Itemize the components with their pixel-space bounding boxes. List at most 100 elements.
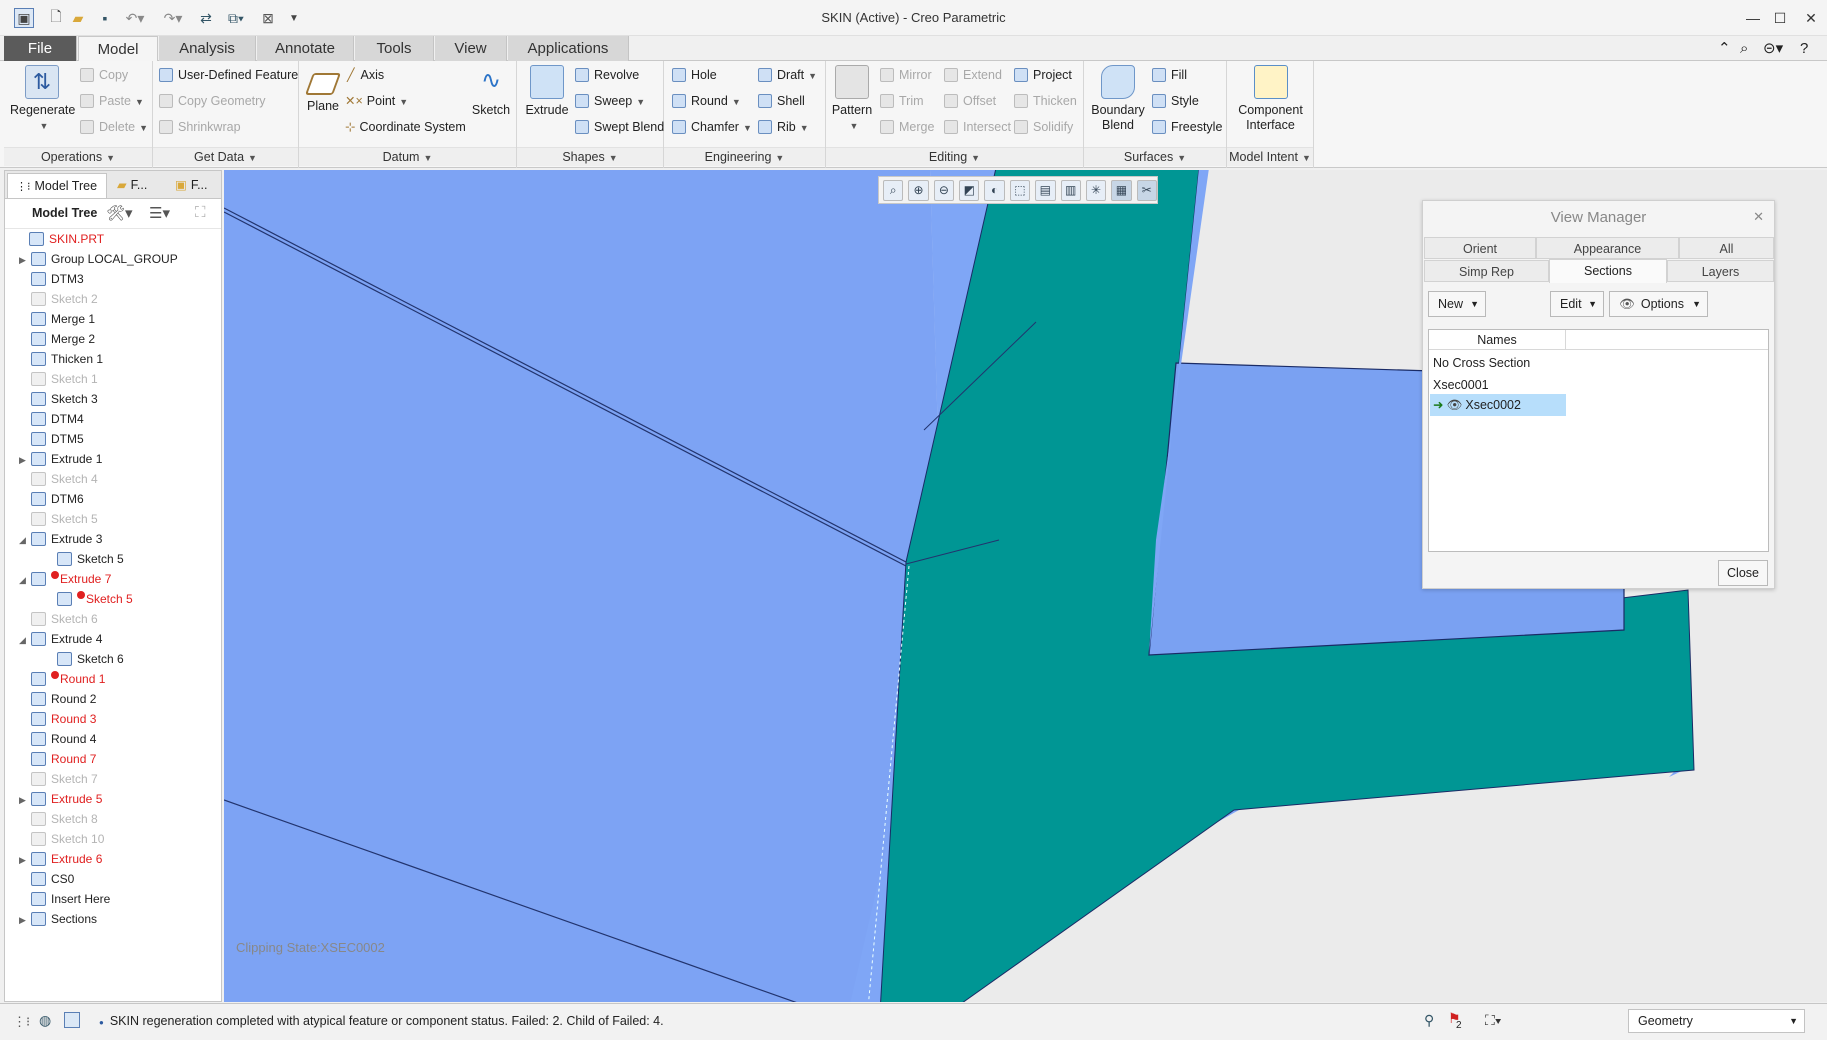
tab-view[interactable]: View [435,36,507,61]
merge-button[interactable]: Merge [880,116,934,138]
group-label-get-data[interactable]: Get Data ▼ [153,147,298,166]
round-button[interactable]: Round ▼ [672,90,741,112]
tree-item[interactable]: ▶ Extrude 1 [19,449,102,469]
tab-file[interactable]: File [4,36,77,61]
delete-button[interactable]: Delete ▼ [80,116,148,138]
saved-orientations-icon[interactable]: ⬚ [1009,179,1031,201]
list-item-selected[interactable]: ➜ 👁 Xsec0002 [1430,394,1566,416]
perspective-icon[interactable]: ▥ [1060,179,1081,201]
zoom-in-icon[interactable]: ⊕ [908,179,929,201]
hole-button[interactable]: Hole [672,64,717,86]
group-label-shapes[interactable]: Shapes ▼ [517,147,663,166]
expand-toggle-icon[interactable]: ◢ [19,530,31,550]
tree-item[interactable]: Sketch 2 [19,289,98,309]
tree-item[interactable]: Sketch 6 [19,609,98,629]
tree-item[interactable]: Round 4 [19,729,96,749]
solidify-button[interactable]: Solidify [1014,116,1073,138]
tree-item[interactable]: DTM3 [19,269,84,289]
tree-item[interactable]: ◢ Extrude 4 [19,629,102,649]
display-style-icon[interactable]: ◐ [984,179,1005,201]
minimize-ribbon-icon[interactable]: ⌃ [1718,36,1731,61]
minimize-icon[interactable]: — [1738,6,1768,30]
spin-center-icon[interactable]: ✂ [1136,179,1157,201]
repaint-icon[interactable]: ◩ [959,179,980,201]
tree-item[interactable]: Insert Here [19,889,110,909]
view-manager-icon[interactable]: ▤ [1035,179,1056,201]
expand-toggle-icon[interactable]: ◢ [19,570,31,590]
refit-icon[interactable]: ⌕ [883,179,904,201]
tab-applications[interactable]: Applications [508,36,629,61]
close-icon[interactable]: ✕ [1796,6,1826,30]
browser-toggle-icon[interactable]: ◍ [39,1012,51,1029]
expand-toggle-icon[interactable]: ▶ [19,450,31,470]
tree-item[interactable]: SKIN.PRT [17,229,104,249]
tree-item[interactable]: Merge 2 [19,329,95,349]
tab-layers[interactable]: Layers [1667,260,1774,282]
group-label-surfaces[interactable]: Surfaces ▼ [1084,147,1226,166]
group-label-operations[interactable]: Operations ▼ [4,147,152,166]
list-item[interactable]: Xsec0001 [1433,374,1489,396]
tab-sections[interactable]: Sections [1549,259,1667,283]
pattern-button[interactable]: Pattern ▼ [830,65,874,134]
list-item[interactable]: No Cross Section [1433,352,1530,374]
tree-item[interactable]: ▶ Group LOCAL_GROUP [19,249,178,269]
expand-toggle-icon[interactable]: ▶ [19,850,31,870]
tree-item[interactable]: Sketch 3 [19,389,98,409]
tree-toggle-icon[interactable]: ⋮⁝ [13,1014,30,1030]
tab-folder-browser[interactable]: ▰ F... [109,173,161,198]
tree-filter-icon[interactable]: ⛶ [195,204,206,221]
shrinkwrap-button[interactable]: Shrinkwrap [159,116,241,138]
zoom-out-icon[interactable]: ⊖ [933,179,955,201]
tree-item[interactable]: ◢ Extrude 7 [19,569,111,589]
tab-tools[interactable]: Tools [355,36,434,61]
expand-toggle-icon[interactable]: ▶ [19,250,31,270]
tree-item[interactable]: Thicken 1 [19,349,103,369]
trim-button[interactable]: Trim [880,90,924,112]
full-screen-icon[interactable] [64,1012,80,1028]
close-button[interactable]: Close [1718,560,1768,586]
close-icon[interactable]: ✕ [1753,209,1764,225]
tree-item[interactable]: Sketch 8 [19,809,98,829]
expand-toggle-icon[interactable]: ▶ [19,910,31,930]
intersect-button[interactable]: Intersect [944,116,1011,138]
options-button[interactable]: 👁 Options ▼ [1609,291,1708,317]
tree-item[interactable]: Sketch 5 [19,509,98,529]
tree-item[interactable]: CS0 [19,869,74,889]
extrude-button[interactable]: Extrude [521,65,573,118]
tree-item[interactable]: Round 7 [19,749,96,769]
tree-item[interactable]: Sketch 6 [45,649,124,669]
names-column-header[interactable]: Names [1429,333,1565,347]
selection-filter-select[interactable]: Geometry ▼ [1628,1009,1805,1033]
tab-model[interactable]: Model [78,36,158,62]
tree-item[interactable]: Merge 1 [19,309,95,329]
expand-toggle-icon[interactable]: ◢ [19,630,31,650]
shell-button[interactable]: Shell [758,90,805,112]
tree-item[interactable]: ▶ Extrude 6 [19,849,102,869]
component-interface-button[interactable]: Component Interface [1231,65,1310,133]
thicken-button[interactable]: Thicken [1014,90,1077,112]
tree-item[interactable]: Sketch 5 [45,549,124,569]
help-icon[interactable]: ? [1800,36,1808,61]
tab-all[interactable]: All [1679,237,1774,259]
tree-item[interactable]: Sketch 10 [19,829,104,849]
edit-button[interactable]: Edit ▼ [1550,291,1604,317]
regenerate-button[interactable]: ⇅ Regenerate ▼ [10,65,75,134]
swept-blend-button[interactable]: Swept Blend [575,116,664,138]
tab-annotate[interactable]: Annotate [257,36,354,61]
tree-item[interactable]: DTM5 [19,429,84,449]
revolve-button[interactable]: Revolve [575,64,639,86]
group-label-model-intent[interactable]: Model Intent ▼ [1227,147,1313,166]
tree-settings-icon[interactable]: 🛠▾ [106,204,133,222]
sweep-button[interactable]: Sweep ▼ [575,90,645,112]
paste-button[interactable]: Paste ▼ [80,90,144,112]
draft-button[interactable]: Draft ▼ [758,64,817,86]
maximize-icon[interactable]: ☐ [1765,6,1795,30]
mirror-button[interactable]: Mirror [880,64,932,86]
boundary-blend-button[interactable]: Boundary Blend [1088,65,1148,133]
group-label-datum[interactable]: Datum ▼ [299,147,516,166]
sketch-button[interactable]: ∿ Sketch [471,65,511,118]
community-icon[interactable]: ⊝▾ [1763,36,1783,61]
search-icon[interactable]: ⌕ [1740,36,1748,61]
project-button[interactable]: Project [1014,64,1072,86]
tab-appearance[interactable]: Appearance [1536,237,1679,259]
